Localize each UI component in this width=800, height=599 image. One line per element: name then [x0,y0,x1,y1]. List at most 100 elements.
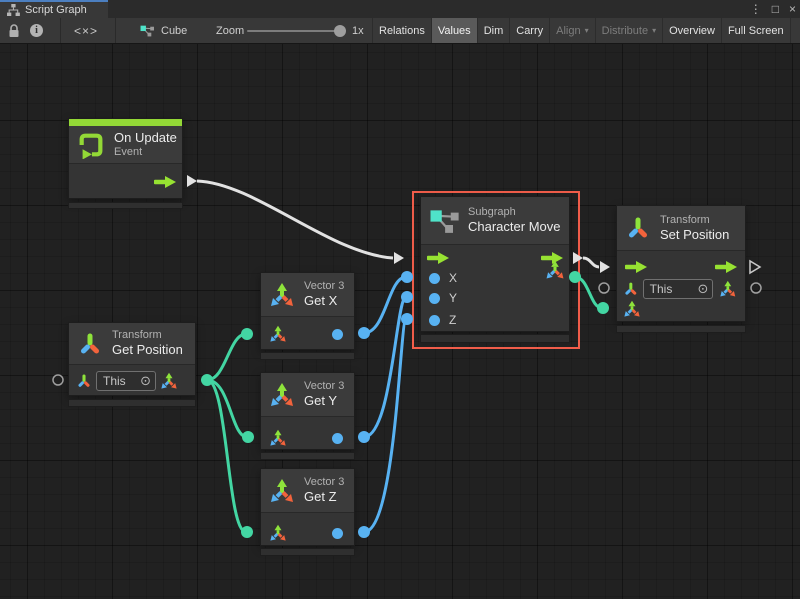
node-title: Character Move [468,219,560,235]
graph-toolbar: i <×> Cube Zoom 1x Relations Values Dim … [0,18,800,44]
node-header: Transform Set Position [617,206,745,251]
object-picker-icon[interactable]: ⊙ [140,375,151,388]
node-header: Vector 3 Get Y [261,373,354,417]
port-label: Y [449,291,457,305]
window-menu-icon[interactable]: ⋮ [750,0,762,18]
vector3-icon [269,382,295,408]
dropdown-icon: ▾ [585,26,589,35]
node-header: Vector 3 Get X [261,273,354,317]
toolbar-divider [60,18,61,43]
node-set-position[interactable]: Transform Set Position This ⊙ [616,205,746,322]
node-footer [260,548,355,556]
on-update-loop-icon [77,131,105,159]
z-out-port[interactable] [332,528,343,539]
dim-button[interactable]: Dim [478,18,511,43]
transform-mini-icon [76,373,92,389]
node-type: Vector 3 [304,476,344,489]
window-tab-bar: Script Graph ⋮ □ × [0,0,800,18]
zoom-slider-track[interactable] [247,30,339,32]
vector3-in-icon[interactable] [269,429,287,447]
code-icon: <×> [74,24,98,38]
object-picker-icon[interactable]: ⊙ [697,283,708,296]
vector3-icon [269,282,295,308]
carry-button[interactable]: Carry [510,18,550,43]
values-button[interactable]: Values [432,18,478,43]
info-icon: i [30,24,43,37]
graph-icon [140,24,154,37]
align-button[interactable]: Align ▾ [550,18,595,43]
y-in-port[interactable] [429,293,440,304]
distribute-button[interactable]: Distribute ▾ [596,18,663,43]
flow-in-port[interactable] [625,261,647,273]
node-type: Transform [112,329,183,342]
input-row-y: Y [421,287,569,309]
node-title: Get Z [304,489,344,505]
port-row [261,323,354,345]
flow-out-port[interactable] [715,261,737,273]
node-footer [68,202,183,209]
node-footer [68,399,196,407]
flow-out-port[interactable] [154,176,176,188]
node-on-update[interactable]: On Update Event [68,118,183,199]
zoom-slider-handle[interactable] [334,25,346,37]
node-header: Transform Get Position [69,323,195,365]
node-footer [260,352,355,360]
node-footer [260,452,355,460]
x-in-port[interactable] [429,273,440,284]
vector3-icon [269,478,295,504]
tab-title: Script Graph [25,4,87,16]
dropdown-icon: ▾ [652,26,656,35]
z-in-port[interactable] [429,315,440,326]
vector3-in-icon[interactable] [269,325,287,343]
node-character-move[interactable]: Subgraph Character Move X Y Z [420,196,570,332]
zoom-label: Zoom [216,18,244,43]
vector3-in-icon[interactable] [623,300,641,318]
script-graph-icon [6,4,20,16]
node-title: Get Y [304,393,344,409]
port-row [261,522,354,544]
node-get-x[interactable]: Vector 3 Get X [260,272,355,350]
toolbar-buttons: Relations Values Dim Carry Align ▾ Distr… [372,18,791,43]
code-view-button[interactable]: <×> [74,18,98,43]
fullscreen-button[interactable]: Full Screen [722,18,791,43]
this-object-field[interactable]: This ⊙ [96,371,156,391]
port-label: Z [449,313,456,327]
node-header: On Update Event [69,126,182,164]
x-out-port[interactable] [332,329,343,340]
node-footer [420,334,570,343]
toolbar-divider [115,18,116,43]
subgraph-icon [429,207,459,234]
node-title: Get Position [112,342,183,358]
event-accent-bar [69,119,182,126]
info-button[interactable]: i [30,18,43,43]
node-get-y[interactable]: Vector 3 Get Y [260,372,355,450]
flow-in-port[interactable] [427,252,449,264]
tab-script-graph[interactable]: Script Graph [0,0,108,18]
lock-button[interactable] [8,18,20,43]
node-type: Subgraph [468,206,560,219]
window-close-icon[interactable]: × [789,0,796,18]
transform-mini-icon [623,281,639,297]
relations-button[interactable]: Relations [372,18,432,43]
node-get-z[interactable]: Vector 3 Get Z [260,468,355,546]
overview-button[interactable]: Overview [663,18,722,43]
node-title: On Update [114,130,177,146]
vector3-out-icon[interactable] [719,280,737,298]
zoom-value: 1x [352,18,364,43]
value-row: This ⊙ [69,370,195,392]
window-maximize-icon[interactable]: □ [772,0,779,18]
node-header: Vector 3 Get Z [261,469,354,513]
graph-breadcrumb[interactable]: Cube [140,18,187,43]
port-label: X [449,271,457,285]
node-footer [616,325,746,333]
node-type: Vector 3 [304,380,344,393]
y-out-port[interactable] [332,433,343,444]
vector3-in-icon[interactable] [269,524,287,542]
vector3-out-icon[interactable] [545,260,565,280]
node-title: Set Position [660,227,729,243]
lock-icon [8,24,20,38]
vector3-out-icon[interactable] [160,372,178,390]
port-row [261,427,354,449]
node-get-position[interactable]: Transform Get Position This ⊙ [68,322,196,396]
this-object-field[interactable]: This ⊙ [643,279,714,299]
